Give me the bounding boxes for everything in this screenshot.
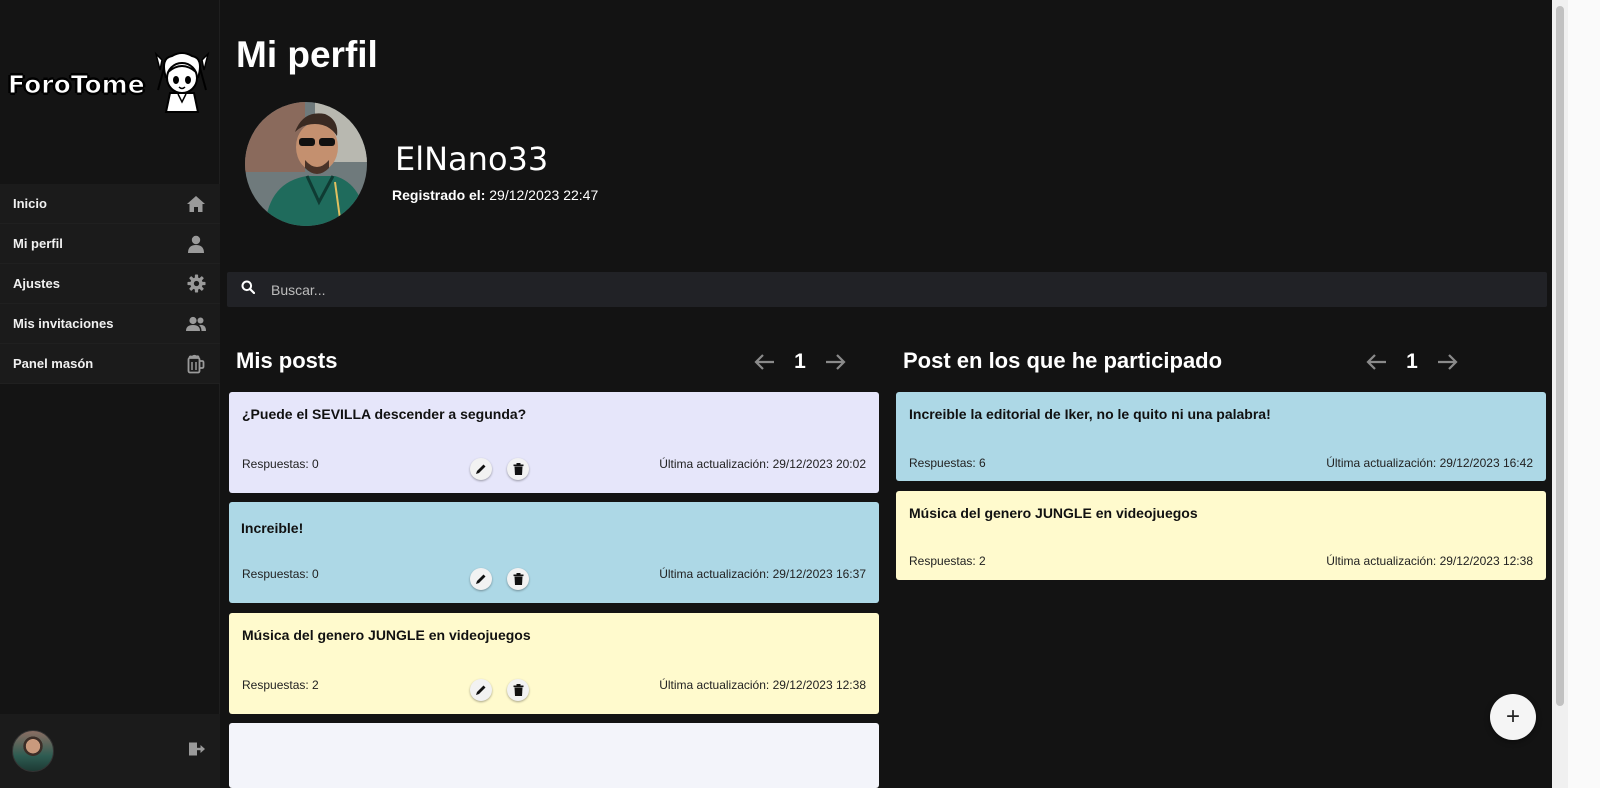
prev-page-arrow-icon[interactable] [752, 350, 776, 374]
page-title: Mi perfil [236, 34, 378, 75]
post-card[interactable]: Música del genero JUNGLE en videojuegos … [229, 613, 879, 714]
participated-posts-title: Post en los que he participado [903, 348, 1223, 373]
window-edge [1568, 0, 1600, 788]
post-title: Música del genero JUNGLE en videojuegos [242, 627, 531, 643]
trash-icon [513, 573, 523, 585]
edit-button[interactable] [470, 458, 492, 480]
sidebar-item-mi-perfil[interactable]: Mi perfil [0, 224, 220, 264]
post-updated: Última actualización: 29/12/2023 12:38 [659, 678, 866, 692]
post-replies: Respuestas: 6 [909, 456, 986, 470]
profile-avatar [245, 102, 367, 226]
post-card[interactable]: Música del genero JUNGLE en videojuegos … [896, 491, 1546, 580]
scrollbar-thumb[interactable] [1556, 6, 1564, 706]
mascot-logo-icon [154, 51, 210, 113]
post-updated: Última actualización: 29/12/2023 16:37 [659, 567, 866, 581]
user-icon [186, 234, 206, 254]
delete-button[interactable] [507, 458, 529, 480]
edit-button[interactable] [470, 679, 492, 701]
sidebar-item-panel-mason[interactable]: Panel masón [0, 344, 220, 384]
users-icon [186, 314, 206, 334]
avatar[interactable] [12, 730, 54, 772]
sidebar-item-label: Mi perfil [13, 236, 63, 251]
edit-button[interactable] [470, 568, 492, 590]
sidebar: ForoTome Inicio Mi perfil Ajustes Mis in… [0, 0, 220, 788]
trash-icon [513, 463, 523, 475]
sidebar-item-label: Mis invitaciones [13, 316, 114, 331]
logout-icon[interactable] [188, 741, 206, 762]
plus-icon: + [1505, 703, 1520, 730]
pencil-icon [476, 464, 486, 474]
username: ElNano33 [395, 140, 549, 178]
pencil-icon [476, 685, 486, 695]
sidebar-item-label: Ajustes [13, 276, 60, 291]
post-title: Música del genero JUNGLE en videojuegos [909, 505, 1198, 521]
sidebar-item-mis-invitaciones[interactable]: Mis invitaciones [0, 304, 220, 344]
pencil-icon [476, 574, 486, 584]
logo[interactable]: ForoTome [8, 48, 214, 120]
registered-label: Registrado el: [392, 187, 486, 203]
post-title: Increible! [241, 520, 304, 536]
sidebar-item-label: Panel masón [13, 356, 94, 371]
sidebar-item-inicio[interactable]: Inicio [0, 184, 220, 224]
post-title: Increible la editorial de Iker, no le qu… [909, 406, 1271, 422]
new-post-button[interactable]: + [1490, 694, 1536, 740]
sidebar-item-ajustes[interactable]: Ajustes [0, 264, 220, 304]
post-updated: Última actualización: 29/12/2023 16:42 [1326, 456, 1533, 470]
post-updated: Última actualización: 29/12/2023 12:38 [1326, 554, 1533, 568]
trash-icon [513, 684, 523, 696]
beer-mug-icon [186, 354, 206, 374]
my-posts-pager: 1 [752, 347, 848, 377]
logo-text: ForoTome [8, 69, 146, 99]
next-page-arrow-icon[interactable] [824, 350, 848, 374]
sidebar-footer [0, 714, 220, 788]
post-replies: Respuestas: 0 [242, 567, 319, 581]
gear-icon [186, 274, 206, 294]
search-input[interactable] [271, 281, 1471, 298]
delete-button[interactable] [507, 679, 529, 701]
post-card[interactable]: Increible! Respuestas: 0 Última actualiz… [229, 502, 879, 603]
page-number: 1 [1406, 350, 1418, 373]
registered-value: 29/12/2023 22:47 [489, 187, 599, 203]
registered-date: Registrado el: 29/12/2023 22:47 [392, 187, 598, 203]
delete-button[interactable] [507, 568, 529, 590]
post-updated: Última actualización: 29/12/2023 20:02 [659, 457, 866, 471]
post-card[interactable]: ¿Puede el SEVILLA descender a segunda? R… [229, 392, 879, 493]
home-icon [186, 194, 206, 214]
post-card[interactable]: Increible la editorial de Iker, no le qu… [896, 392, 1546, 481]
post-replies: Respuestas: 2 [242, 678, 319, 692]
page-number: 1 [794, 350, 806, 373]
sidebar-nav: Inicio Mi perfil Ajustes Mis invitacione… [0, 184, 220, 384]
post-replies: Respuestas: 2 [909, 554, 986, 568]
sidebar-item-label: Inicio [13, 196, 47, 211]
prev-page-arrow-icon[interactable] [1364, 350, 1388, 374]
app: ForoTome Inicio Mi perfil Ajustes Mis in… [0, 0, 1600, 788]
post-replies: Respuestas: 0 [242, 457, 319, 471]
next-page-arrow-icon[interactable] [1436, 350, 1460, 374]
participated-pager: 1 [1364, 347, 1460, 377]
post-title: ¿Puede el SEVILLA descender a segunda? [242, 406, 527, 422]
search-icon [241, 280, 256, 299]
my-posts-title: Mis posts [236, 348, 338, 373]
search-bar [227, 272, 1547, 307]
post-card[interactable] [229, 723, 879, 788]
